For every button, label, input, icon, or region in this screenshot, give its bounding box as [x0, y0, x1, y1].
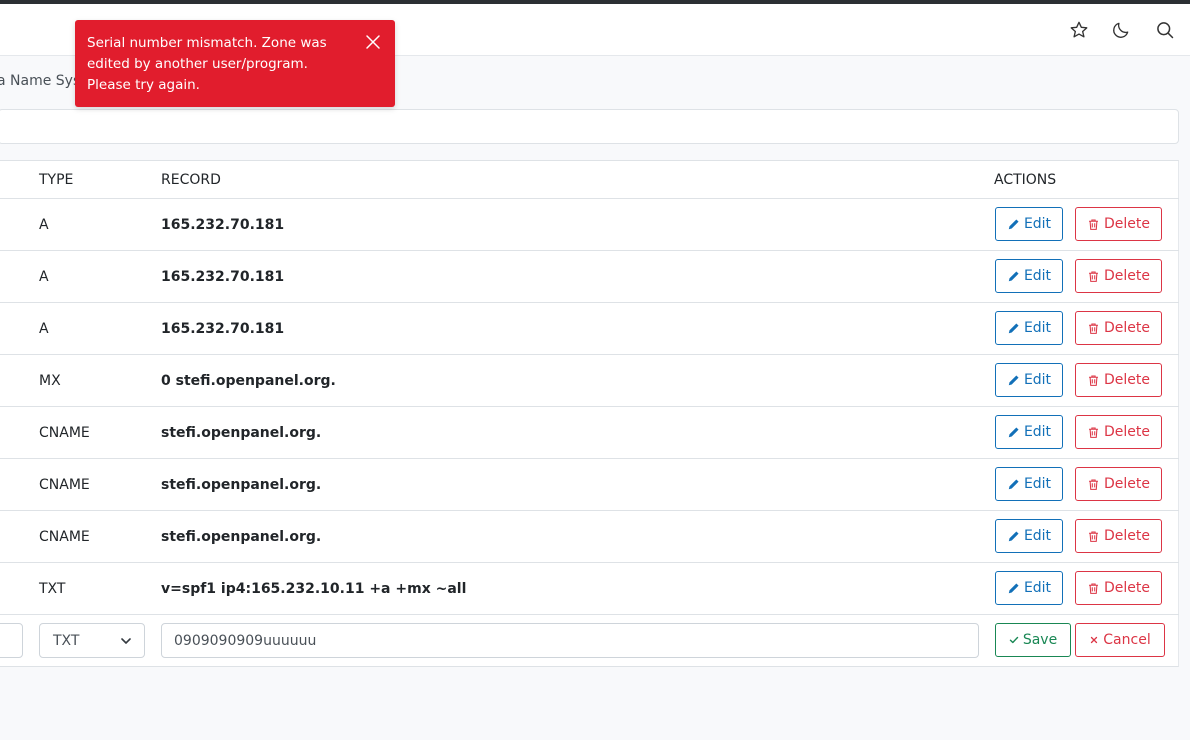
- pencil-icon: [1007, 582, 1020, 595]
- delete-label: Delete: [1104, 528, 1150, 544]
- table-row: MX 0 stefi.openpanel.org. Edit Delete: [0, 355, 1179, 407]
- record-type: A: [39, 320, 49, 337]
- edit-record-row: TXT 0909090909uuuuuu Save Cancel: [0, 615, 1179, 667]
- delete-button[interactable]: Delete: [1075, 415, 1162, 449]
- record-type: CNAME: [39, 424, 90, 441]
- record-column-header: RECORD: [161, 171, 221, 188]
- edit-button[interactable]: Edit: [995, 259, 1063, 293]
- edit-button[interactable]: Edit: [995, 519, 1063, 553]
- record-type: CNAME: [39, 528, 90, 545]
- record-value: 165.232.70.181: [161, 320, 285, 337]
- close-icon: [1091, 636, 1098, 644]
- record-type: CNAME: [39, 476, 90, 493]
- pencil-icon: [1007, 218, 1020, 231]
- edit-label: Edit: [1023, 320, 1052, 336]
- delete-button[interactable]: Delete: [1075, 571, 1162, 605]
- delete-button[interactable]: Delete: [1075, 259, 1162, 293]
- record-type: TXT: [39, 580, 66, 597]
- table-row: CNAME stefi.openpanel.org. Edit Delete: [0, 459, 1179, 511]
- trash-icon: [1087, 218, 1100, 231]
- delete-label: Delete: [1104, 216, 1150, 232]
- trash-icon: [1087, 530, 1100, 543]
- edit-label: Edit: [1023, 580, 1052, 596]
- search-input[interactable]: [0, 109, 1179, 144]
- cancel-label: Cancel: [1103, 632, 1151, 648]
- delete-button[interactable]: Delete: [1075, 311, 1162, 345]
- save-button[interactable]: Save: [995, 623, 1071, 657]
- table-row: A 165.232.70.181 Edit Delete: [0, 199, 1179, 251]
- search-icon[interactable]: [1151, 16, 1179, 44]
- record-value: 0 stefi.openpanel.org.: [161, 372, 336, 389]
- delete-label: Delete: [1104, 476, 1150, 492]
- error-toast: Serial number mismatch. Zone was edited …: [75, 20, 395, 107]
- trash-icon: [1087, 426, 1100, 439]
- record-value: stefi.openpanel.org.: [161, 528, 322, 545]
- table-row: CNAME stefi.openpanel.org. Edit Delete: [0, 407, 1179, 459]
- pencil-icon: [1007, 530, 1020, 543]
- trash-icon: [1087, 478, 1100, 491]
- table-row: TXT v=spf1 ip4:165.232.10.11 +a +mx ~all E…: [0, 563, 1179, 615]
- record-value: 165.232.70.181: [161, 216, 285, 233]
- cancel-button[interactable]: Cancel: [1075, 623, 1165, 657]
- delete-label: Delete: [1104, 268, 1150, 284]
- delete-button[interactable]: Delete: [1075, 207, 1162, 241]
- delete-button[interactable]: Delete: [1075, 519, 1162, 553]
- edit-label: Edit: [1023, 476, 1052, 492]
- delete-button[interactable]: Delete: [1075, 363, 1162, 397]
- edit-label: Edit: [1023, 528, 1052, 544]
- pencil-icon: [1007, 426, 1020, 439]
- pencil-icon: [1007, 322, 1020, 335]
- name-input[interactable]: [0, 623, 23, 658]
- actions-column-header: ACTIONS: [994, 171, 1057, 188]
- record-value: 165.232.70.181: [161, 268, 285, 285]
- type-column-header: TYPE: [39, 171, 74, 188]
- record-type: A: [39, 268, 49, 285]
- record-type: A: [39, 216, 49, 233]
- delete-label: Delete: [1104, 372, 1150, 388]
- delete-label: Delete: [1104, 320, 1150, 336]
- pencil-icon: [1007, 270, 1020, 283]
- toast-message: Serial number mismatch. Zone was edited …: [87, 35, 327, 93]
- pencil-icon: [1007, 374, 1020, 387]
- delete-button[interactable]: Delete: [1075, 467, 1162, 501]
- pencil-icon: [1007, 478, 1020, 491]
- edit-button[interactable]: Edit: [995, 207, 1063, 241]
- chevron-down-icon: [121, 638, 131, 644]
- trash-icon: [1087, 270, 1100, 283]
- table-header: TYPE RECORD ACTIONS: [0, 161, 1179, 199]
- save-label: Save: [1022, 632, 1058, 648]
- edit-label: Edit: [1023, 216, 1052, 232]
- type-select[interactable]: TXT: [39, 623, 145, 658]
- trash-icon: [1087, 582, 1100, 595]
- record-type: MX: [39, 372, 61, 389]
- edit-label: Edit: [1023, 424, 1052, 440]
- trash-icon: [1087, 374, 1100, 387]
- record-value: stefi.openpanel.org.: [161, 476, 322, 493]
- delete-label: Delete: [1104, 424, 1150, 440]
- type-select-value: TXT: [53, 632, 80, 649]
- edit-button[interactable]: Edit: [995, 415, 1063, 449]
- record-value: stefi.openpanel.org.: [161, 424, 322, 441]
- table-row: A 165.232.70.181 Edit Delete: [0, 251, 1179, 303]
- record-value: v=spf1 ip4:165.232.10.11 +a +mx ~all: [161, 580, 467, 597]
- table-row: A 165.232.70.181 Edit Delete: [0, 303, 1179, 355]
- trash-icon: [1087, 322, 1100, 335]
- edit-button[interactable]: Edit: [995, 363, 1063, 397]
- check-icon: [1009, 636, 1019, 644]
- record-input-value: 0909090909uuuuuu: [174, 632, 317, 649]
- moon-icon[interactable]: [1107, 16, 1135, 44]
- breadcrumb: a Name Syst: [0, 73, 86, 89]
- close-icon[interactable]: [365, 34, 381, 50]
- table-row: CNAME stefi.openpanel.org. Edit Delete: [0, 511, 1179, 563]
- edit-button[interactable]: Edit: [995, 311, 1063, 345]
- star-icon[interactable]: [1065, 16, 1093, 44]
- dns-records-table: TYPE RECORD ACTIONS A 165.232.70.181 Edit D…: [0, 160, 1179, 667]
- edit-button[interactable]: Edit: [995, 467, 1063, 501]
- edit-label: Edit: [1023, 372, 1052, 388]
- record-input[interactable]: 0909090909uuuuuu: [161, 623, 979, 658]
- delete-label: Delete: [1104, 580, 1150, 596]
- edit-label: Edit: [1023, 268, 1052, 284]
- edit-button[interactable]: Edit: [995, 571, 1063, 605]
